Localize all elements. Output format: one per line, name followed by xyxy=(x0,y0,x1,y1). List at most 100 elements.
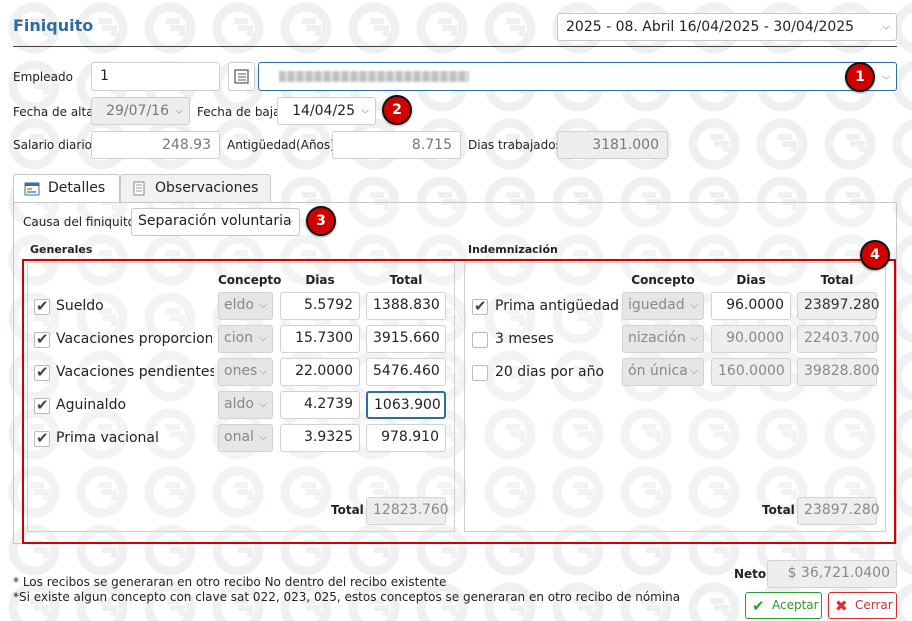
salario-field: 248.93 xyxy=(91,131,220,159)
employee-id-input[interactable]: 1 xyxy=(91,62,220,91)
total-input: 23897.280 xyxy=(797,292,880,320)
concepto-select[interactable]: iguedad ⌵ xyxy=(622,292,704,320)
indemnizacion-total-field: 23897.280 xyxy=(797,497,880,525)
concepto-value: aldo xyxy=(224,396,254,412)
concepto-select[interactable]: aldo ⌵ xyxy=(218,391,273,419)
total-input[interactable]: 5476.460 xyxy=(366,358,446,386)
total-input[interactable]: 3915.660 xyxy=(366,325,446,353)
fecha-alta-value: 29/07/16 xyxy=(106,103,169,119)
causa-select[interactable]: Separación voluntaria ⌵ xyxy=(131,208,300,236)
row-label: Aguinaldo xyxy=(56,397,127,413)
fecha-baja-value: 14/04/25 xyxy=(292,103,355,119)
generales-dias-header: Dias xyxy=(305,273,335,287)
indemnizacion-total-label: Total xyxy=(762,503,795,517)
chevron-down-icon: ⌵ xyxy=(882,71,890,82)
tres-meses-checkbox[interactable] xyxy=(472,332,488,348)
employee-list-button[interactable] xyxy=(228,62,255,91)
accept-label: Aceptar xyxy=(772,598,819,612)
fecha-alta-label: Fecha de alta xyxy=(13,105,94,119)
sueldo-checkbox[interactable] xyxy=(34,297,50,315)
dias-input[interactable]: 96.0000 xyxy=(711,292,791,320)
concepto-value: eldo xyxy=(224,297,254,313)
document-icon xyxy=(133,181,145,196)
dias-input[interactable]: 22.0000 xyxy=(280,358,360,386)
veinte-dias-checkbox[interactable] xyxy=(472,365,488,381)
row-label: Sueldo xyxy=(56,298,104,314)
chevron-down-icon: ⌵ xyxy=(259,333,267,344)
prima-vacional-checkbox[interactable] xyxy=(34,429,50,447)
chevron-down-icon: ⌵ xyxy=(882,21,890,33)
concepto-select[interactable]: nización ⌵ xyxy=(622,325,704,353)
page-title: Finiquito xyxy=(13,16,94,35)
concepto-value: iguedad xyxy=(628,297,685,313)
accept-button[interactable]: ✔ Aceptar xyxy=(745,592,822,619)
neto-label: Neto xyxy=(734,567,767,581)
dias-trabajados-value: 3181.000 xyxy=(592,137,659,153)
row-label: Prima antigüedad xyxy=(495,298,619,314)
annotation-badge-4: 4 xyxy=(860,240,890,270)
concepto-value: ones xyxy=(224,363,258,379)
concepto-select[interactable]: eldo ⌵ xyxy=(218,292,273,320)
list-icon xyxy=(234,69,249,84)
generales-concepto-header: Concepto xyxy=(218,273,282,287)
total-input: 39828.800 xyxy=(797,358,880,386)
concepto-value: onal xyxy=(224,429,254,445)
antiguedad-label: Antigüedad(Años) xyxy=(227,138,335,152)
row-label: Vacaciones proporcion xyxy=(56,331,212,347)
row-label: Prima vacional xyxy=(56,430,159,446)
antiguedad-value: 8.715 xyxy=(411,137,452,153)
vacaciones-pendientes-checkbox[interactable] xyxy=(34,363,50,381)
employee-id-value: 1 xyxy=(100,68,109,84)
prima-antiguedad-checkbox[interactable] xyxy=(472,297,488,315)
tab-observaciones[interactable]: Observaciones xyxy=(120,174,271,202)
period-select[interactable]: 2025 - 08. Abril 16/04/2025 - 30/04/2025… xyxy=(557,13,897,41)
total-input[interactable]: 1388.830 xyxy=(366,292,446,320)
period-value: 2025 - 08. Abril 16/04/2025 - 30/04/2025 xyxy=(566,19,855,35)
vacaciones-proporcion-checkbox[interactable] xyxy=(34,330,50,348)
employee-label: Empleado xyxy=(13,70,73,84)
generales-total-label: Total xyxy=(331,503,364,517)
dias-trabajados-field: 3181.000 xyxy=(557,131,668,159)
chevron-down-icon: ⌵ xyxy=(285,216,293,228)
concepto-value: cion xyxy=(224,330,254,346)
row-label: 3 meses xyxy=(495,331,554,347)
annotation-badge-1: 1 xyxy=(845,62,875,92)
indemnizacion-concepto-header: Concepto xyxy=(631,273,695,287)
dias-input: 160.0000 xyxy=(711,358,791,386)
concepto-select[interactable]: cion ⌵ xyxy=(218,325,273,353)
generales-total-field: 12823.760 xyxy=(366,497,449,525)
total-input[interactable]: 1063.900 xyxy=(366,391,446,419)
footer-note-1: * Los recibos se generaran en otro recib… xyxy=(13,575,447,589)
dias-input[interactable]: 3.9325 xyxy=(280,424,360,452)
header-divider xyxy=(13,46,897,47)
chevron-down-icon: ⌵ xyxy=(690,333,698,344)
dias-input: 90.0000 xyxy=(711,325,791,353)
concepto-value: nización xyxy=(628,330,686,346)
fecha-baja-picker[interactable]: 14/04/25 ⌵ xyxy=(277,97,376,125)
antiguedad-field: 8.715 xyxy=(332,131,461,159)
tab-detalles[interactable]: Detalles xyxy=(13,174,120,203)
fecha-baja-label: Fecha de baja xyxy=(197,105,281,119)
close-icon: ✖ xyxy=(835,597,848,615)
cancel-button[interactable]: ✖ Cerrar xyxy=(828,592,897,619)
total-input[interactable]: 978.910 xyxy=(366,424,446,452)
row-label: 20 dias por año xyxy=(495,364,605,380)
details-icon xyxy=(24,182,40,196)
indemnizacion-dias-header: Dias xyxy=(736,273,766,287)
concepto-select[interactable]: ones ⌵ xyxy=(218,358,273,386)
annotation-badge-3: 3 xyxy=(306,206,336,236)
salario-label: Salario diario xyxy=(13,138,92,152)
dias-input[interactable]: 5.5792 xyxy=(280,292,360,320)
concepto-select[interactable]: ón única ⌵ xyxy=(622,358,704,386)
dias-input[interactable]: 15.7300 xyxy=(280,325,360,353)
neto-field: $ 36,721.0400 xyxy=(767,560,897,588)
indemnizacion-total-header: Total xyxy=(820,273,854,287)
tab-detalles-label: Detalles xyxy=(48,180,106,196)
row-label: Vacaciones pendientes xyxy=(56,364,214,380)
fecha-alta-field: 29/07/16 ⌵ xyxy=(91,97,190,125)
concepto-select[interactable]: onal ⌵ xyxy=(218,424,273,452)
dias-input[interactable]: 4.2739 xyxy=(280,391,360,419)
employee-name-select[interactable]: ⌵ xyxy=(258,62,897,91)
cancel-label: Cerrar xyxy=(855,598,893,612)
aguinaldo-checkbox[interactable] xyxy=(34,396,50,414)
